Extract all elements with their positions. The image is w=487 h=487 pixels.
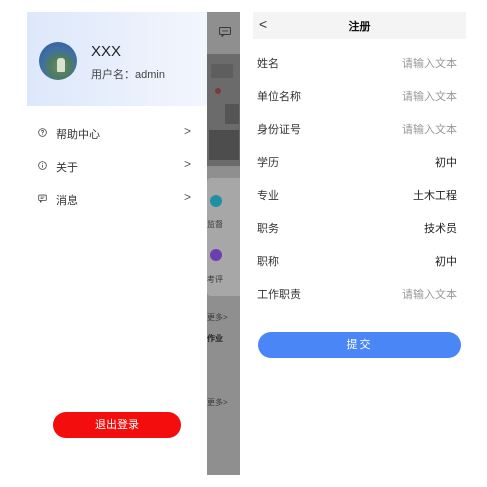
- message-icon: [38, 194, 47, 203]
- info-icon: [38, 161, 47, 170]
- form-row-education[interactable]: 学历 初中: [253, 147, 466, 175]
- register-screen: 注册 < 姓名 请输入文本 单位名称 请输入文本 身份证号 请输入文本 学历 初…: [253, 12, 466, 475]
- field-label: 单位名称: [257, 91, 301, 103]
- help-circle-icon: [38, 128, 47, 137]
- field-label: 工作职责: [257, 289, 301, 301]
- form-row-name[interactable]: 姓名 请输入文本: [253, 48, 466, 76]
- feature-label: 监督: [207, 220, 223, 229]
- field-label: 职称: [257, 256, 279, 268]
- evaluate-icon: [210, 249, 222, 261]
- form-row-title[interactable]: 职称 初中: [253, 246, 466, 274]
- menu-item-label: 关于: [56, 162, 78, 174]
- left-phone-screen: 监督 考评 更多> 作业 更多> XXX 用户名：admin 帮助中心 > 关于…: [27, 12, 240, 475]
- form-row-company[interactable]: 单位名称 请输入文本: [253, 81, 466, 109]
- form-row-position[interactable]: 职务 技术员: [253, 213, 466, 241]
- major-select[interactable]: 土木工程: [413, 187, 457, 203]
- menu-item-about[interactable]: 关于 >: [27, 152, 207, 182]
- form-row-duties[interactable]: 工作职责 请输入文本: [253, 279, 466, 307]
- position-select[interactable]: 技术员: [424, 220, 457, 236]
- chevron-left-icon[interactable]: <: [259, 16, 267, 32]
- profile-header: XXX 用户名：admin: [27, 12, 207, 106]
- education-select[interactable]: 初中: [435, 154, 457, 170]
- menu-item-help[interactable]: 帮助中心 >: [27, 119, 207, 149]
- avatar[interactable]: [39, 42, 77, 80]
- menu-item-label: 帮助中心: [56, 129, 100, 141]
- submit-button[interactable]: 提交: [258, 332, 461, 358]
- dimmed-app-background[interactable]: 监督 考评 更多> 作业 更多>: [207, 12, 240, 475]
- user-name: XXX: [91, 43, 122, 60]
- banner-image: [207, 54, 240, 166]
- menu-item-label: 消息: [56, 195, 78, 207]
- field-label: 专业: [257, 190, 279, 202]
- chat-icon: [219, 27, 231, 37]
- form-row-id-number[interactable]: 身份证号 请输入文本: [253, 114, 466, 142]
- field-label: 身份证号: [257, 124, 301, 136]
- form-row-major[interactable]: 专业 土木工程: [253, 180, 466, 208]
- field-label: 姓名: [257, 58, 279, 70]
- chevron-right-icon: >: [184, 190, 192, 204]
- page-title: 注册: [348, 21, 371, 33]
- menu-item-messages[interactable]: 消息 >: [27, 185, 207, 215]
- more-link[interactable]: 更多>: [207, 397, 228, 408]
- name-field[interactable]: 请输入文本: [402, 55, 457, 71]
- feature-label: 考评: [207, 275, 223, 284]
- user-id: 用户名：admin: [91, 69, 165, 81]
- chevron-right-icon: >: [184, 157, 192, 171]
- company-field[interactable]: 请输入文本: [402, 88, 457, 104]
- field-label: 学历: [257, 157, 279, 169]
- supervise-icon: [210, 195, 222, 207]
- field-label: 职务: [257, 223, 279, 235]
- chevron-right-icon: >: [184, 124, 192, 138]
- title-select[interactable]: 初中: [435, 253, 457, 269]
- section-title: 作业: [207, 334, 223, 343]
- more-link[interactable]: 更多>: [207, 312, 228, 323]
- id-number-field[interactable]: 请输入文本: [402, 121, 457, 137]
- nav-bar: 注册 <: [253, 12, 466, 39]
- side-drawer: XXX 用户名：admin 帮助中心 > 关于 > 消息 > 退出登录: [27, 12, 207, 475]
- duties-field[interactable]: 请输入文本: [402, 286, 457, 302]
- logout-button[interactable]: 退出登录: [53, 412, 181, 438]
